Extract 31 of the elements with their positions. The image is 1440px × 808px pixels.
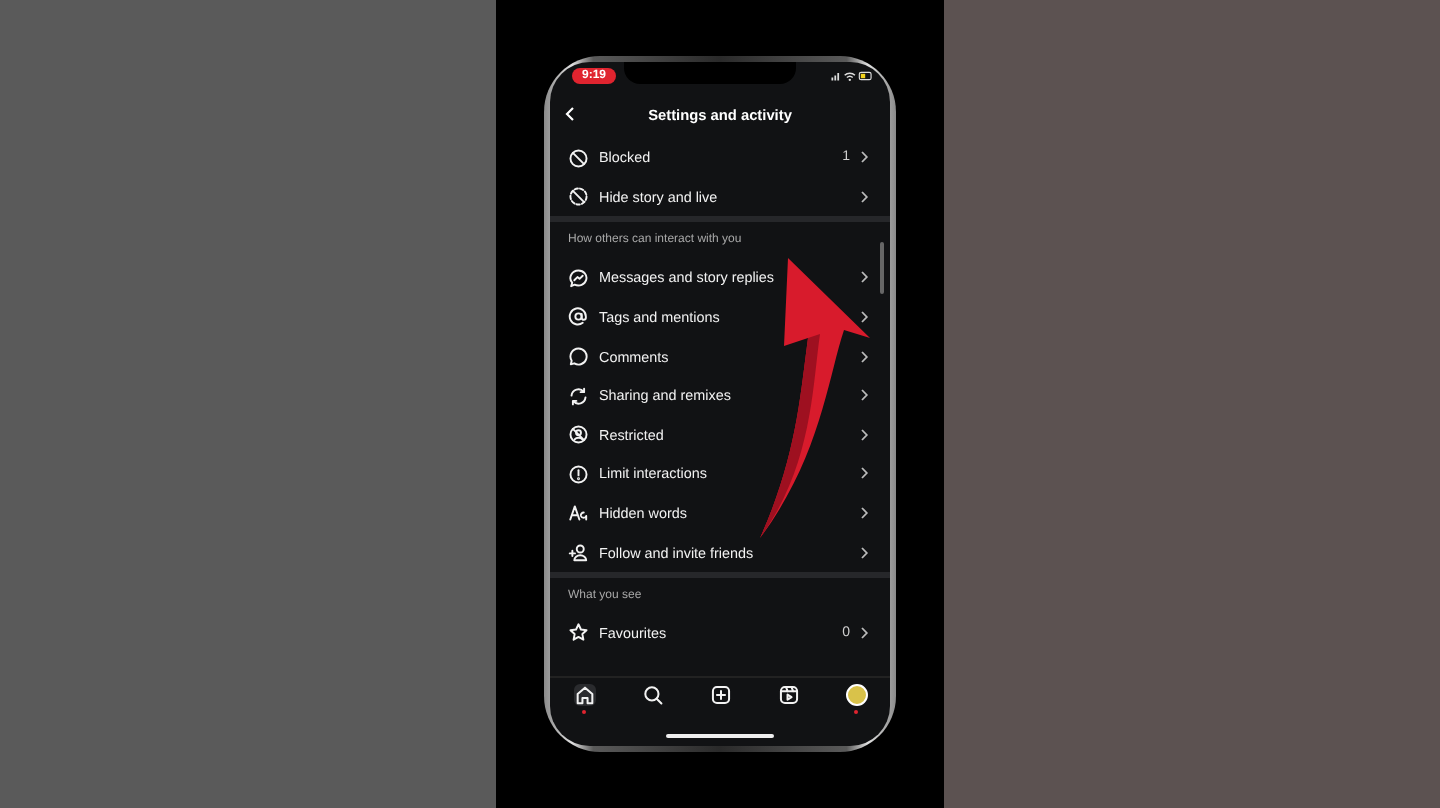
blocked-icon (568, 147, 589, 169)
chevron-icon (858, 388, 870, 403)
chevron-icon (858, 545, 870, 560)
add-person-icon (568, 541, 589, 563)
home-icon[interactable] (573, 684, 595, 707)
search-icon[interactable] (641, 684, 663, 707)
restricted-icon (568, 424, 589, 446)
add-post-icon[interactable] (709, 684, 731, 707)
chevron-icon (858, 506, 870, 521)
chevron-icon (858, 466, 870, 481)
comment-icon (568, 345, 589, 367)
warning-circle-icon (568, 463, 589, 485)
profile-avatar[interactable] (845, 684, 867, 707)
scroll-bar (880, 242, 884, 294)
chevron-icon (858, 150, 870, 165)
messenger-icon (568, 267, 589, 289)
chevron-icon (858, 310, 870, 325)
at-sign-icon (568, 306, 589, 328)
chevron-icon (858, 189, 870, 204)
reels-icon[interactable] (777, 684, 799, 707)
hidden-story-icon (568, 186, 589, 208)
back-icon[interactable] (564, 106, 576, 122)
chevron-icon (858, 270, 870, 285)
home-indicator (666, 733, 774, 738)
text-size-icon (568, 502, 589, 524)
chevron-icon (858, 626, 870, 641)
repeat-icon (568, 385, 589, 407)
status-icons (830, 70, 874, 82)
chevron-icon (858, 427, 870, 442)
star-icon (568, 622, 589, 644)
chevron-icon (858, 349, 870, 364)
